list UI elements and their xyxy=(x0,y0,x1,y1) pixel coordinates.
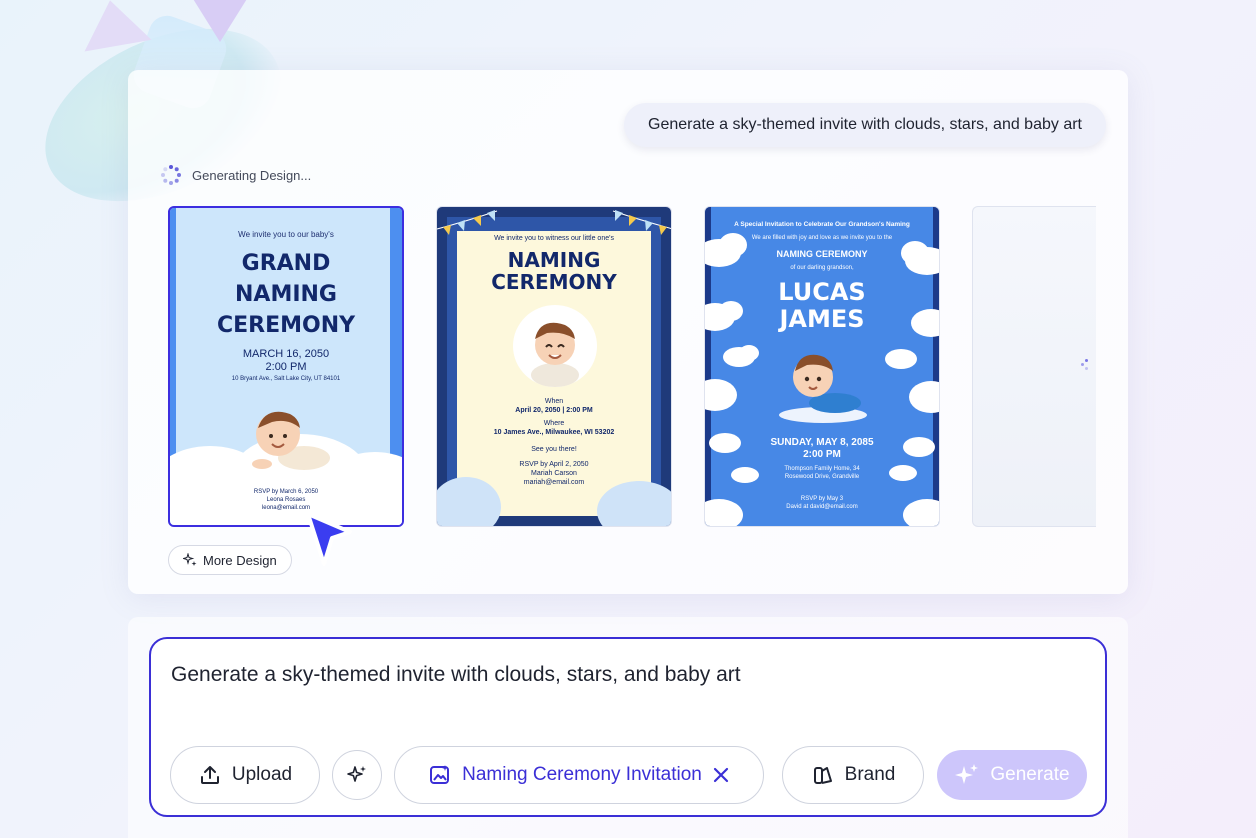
more-design-button[interactable]: More Design xyxy=(168,545,292,575)
card1-address: 10 Bryant Ave., Salt Lake City, UT 84101 xyxy=(231,376,341,382)
design-card-loading xyxy=(972,206,1096,527)
brand-icon xyxy=(813,767,832,784)
card2-title-line: NAMING xyxy=(507,248,601,272)
card2-photo xyxy=(513,305,597,387)
baby-illustration-icon xyxy=(531,322,579,387)
generate-button[interactable]: Generate xyxy=(937,750,1087,800)
upload-icon xyxy=(200,766,219,784)
brand-button[interactable]: Brand xyxy=(782,746,924,804)
card3-venue-line: Rosewood Drive, Grandville xyxy=(784,474,860,480)
sparkle-icon xyxy=(347,766,366,782)
card1-title: GRAND NAMING CEREMONY xyxy=(170,248,402,341)
card3-venue: Thompson Family Home, 34 Rosewood Drive,… xyxy=(705,465,939,481)
more-design-label: More Design xyxy=(203,552,277,568)
generate-label: Generate xyxy=(990,764,1070,785)
loading-spinner-icon xyxy=(160,164,182,186)
baby-illustration-icon xyxy=(252,411,330,470)
prompt-bubble: Generate a sky-themed invite with clouds… xyxy=(624,103,1106,147)
sparkle-icon xyxy=(183,553,197,566)
card3-venue-line: Thompson Family Home, 34 xyxy=(784,466,860,472)
card1-date: MARCH 16, 2050 xyxy=(242,348,330,360)
prompt-input[interactable]: Generate a sky-themed invite with clouds… xyxy=(171,663,741,687)
loading-spinner-icon xyxy=(1081,359,1093,371)
sparkle-icon xyxy=(955,764,979,784)
generating-status: Generating Design... xyxy=(160,164,311,186)
card1-rsvp-date: RSVP by March 6, 2050 xyxy=(253,489,319,495)
enhance-prompt-button[interactable] xyxy=(332,750,382,800)
card2-rsvp: RSVP by April 2, 2050 xyxy=(519,461,589,468)
card1-intro: We invite you to our baby's xyxy=(238,230,334,239)
results-panel: Generate a sky-themed invite with clouds… xyxy=(128,70,1128,594)
card3-rsvp-date: RSVP by May 3 xyxy=(800,496,844,502)
upload-button[interactable]: Upload xyxy=(170,746,320,804)
card1-rsvp: RSVP by March 6, 2050 Leona Rosaes leona… xyxy=(170,488,402,512)
card1-time: 2:00 PM xyxy=(265,361,307,373)
card3-rsvp: RSVP by May 3 David at david@email.com xyxy=(705,495,939,511)
card1-title-line: GRAND xyxy=(241,251,331,276)
prompt-composer[interactable]: Generate a sky-themed invite with clouds… xyxy=(149,637,1107,817)
design-card-3[interactable]: A Special Invitation to Celebrate Our Gr… xyxy=(704,206,940,527)
card2-intro: We invite you to witness our little one'… xyxy=(494,235,614,242)
template-chip[interactable]: Naming Ceremony Invitation xyxy=(394,746,764,804)
baby-illustration-icon xyxy=(793,354,861,413)
image-sparkle-icon xyxy=(430,765,450,784)
card2-where-label: Where xyxy=(543,420,565,427)
brand-label: Brand xyxy=(844,764,896,785)
card1-title-line: NAMING xyxy=(235,282,337,307)
template-chip-label: Naming Ceremony Invitation xyxy=(462,764,702,785)
card3-datetime: SUNDAY, MAY 8, 2085 2:00 PM xyxy=(705,437,939,461)
card2-where: 10 James Ave., Milwaukee, WI 53202 xyxy=(493,429,615,436)
card1-datetime: MARCH 16, 2050 2:00 PM xyxy=(170,348,402,374)
card2-when: April 20, 2050 | 2:00 PM xyxy=(515,407,593,414)
prompt-bubble-text: Generate a sky-themed invite with clouds… xyxy=(648,116,1082,133)
close-icon[interactable] xyxy=(712,766,730,784)
design-card-2[interactable]: We invite you to witness our little one'… xyxy=(436,206,672,527)
card3-contact: David at david@email.com xyxy=(786,504,858,510)
composer-panel: Generate a sky-themed invite with clouds… xyxy=(128,617,1128,838)
decor-triangle xyxy=(190,0,250,42)
pointer-cursor-icon xyxy=(306,512,352,566)
card2-see-you: See you there! xyxy=(531,446,577,453)
card3-time: 2:00 PM xyxy=(803,449,841,460)
card2-details: When April 20, 2050 | 2:00 PM Where 10 J… xyxy=(437,397,671,487)
card2-title-line: CEREMONY xyxy=(491,270,617,294)
card2-when-label: When xyxy=(544,398,564,405)
card2-title: NAMING CEREMONY xyxy=(437,249,671,293)
card1-title-line: CEREMONY xyxy=(216,313,356,338)
upload-label: Upload xyxy=(231,764,293,785)
card3-date: SUNDAY, MAY 8, 2085 xyxy=(770,437,874,448)
status-text: Generating Design... xyxy=(192,167,312,183)
design-card-1[interactable]: We invite you to our baby's GRAND NAMING… xyxy=(168,206,404,527)
card1-contact-name: Leona Rosaes xyxy=(266,497,306,503)
card1-contact-email: leona@email.com xyxy=(261,505,311,511)
